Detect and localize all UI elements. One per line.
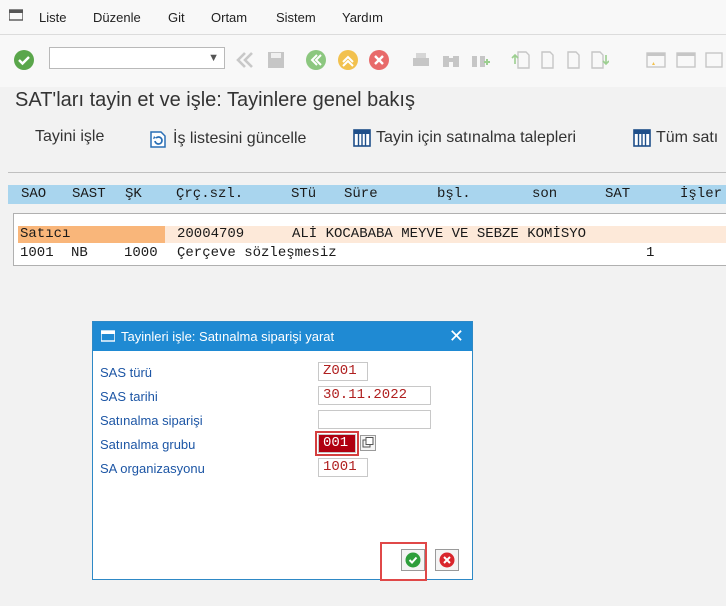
col-sat[interactable]: SAT — [605, 186, 630, 202]
vendor-number: 20004709 — [177, 226, 245, 242]
sas-turu-label: SAS türü — [100, 365, 153, 380]
col-stu[interactable]: STü — [291, 186, 316, 202]
table-icon — [633, 129, 651, 147]
app-menu-icon[interactable] — [9, 9, 23, 21]
cancel-icon[interactable] — [368, 49, 390, 71]
satinalma-siparisi-field[interactable] — [318, 410, 431, 429]
close-icon[interactable]: ✕ — [449, 326, 464, 347]
divider — [8, 172, 726, 173]
cell-sat: 1 — [646, 245, 655, 261]
satinalma-siparisi-label: Satınalma siparişi — [100, 413, 203, 428]
first-page-icon[interactable] — [510, 49, 532, 71]
find-next-icon[interactable] — [470, 49, 492, 71]
col-isler[interactable]: İşler — [680, 186, 722, 202]
exit-icon[interactable] — [337, 49, 359, 71]
menu-git[interactable]: Git — [168, 10, 185, 25]
chevron-down-icon[interactable]: ▼ — [208, 52, 219, 64]
layout-icon[interactable] — [645, 49, 667, 71]
vendor-row[interactable]: Satıcı 20004709 ALİ KOCABABA MEYVE VE SE… — [18, 226, 726, 243]
print-icon[interactable] — [410, 49, 432, 71]
menu-bar: Liste Düzenle Git Ortam Sistem Yardım — [0, 0, 726, 35]
col-bsl[interactable]: bşl. — [437, 186, 471, 202]
back-double-icon[interactable] — [234, 49, 256, 71]
previous-page-icon[interactable] — [536, 49, 558, 71]
command-field[interactable]: ▼ — [49, 47, 225, 69]
page-title: SAT'ları tayin et ve işle: Tayinlere gen… — [15, 89, 415, 111]
refresh-icon — [150, 131, 166, 148]
refresh-worklist-button[interactable]: İş listesini güncelle — [147, 128, 306, 150]
menu-duzenle[interactable]: Düzenle — [93, 10, 141, 25]
assignment-list: Satıcı 20004709 ALİ KOCABABA MEYVE VE SE… — [13, 213, 726, 266]
value-help-button[interactable] — [360, 435, 376, 451]
dialog-title: Tayinleri işle: Satınalma siparişi yarat — [121, 329, 335, 344]
save-icon[interactable] — [265, 49, 287, 71]
sas-turu-field[interactable]: Z001 — [318, 362, 368, 381]
cell-sast: NB — [71, 245, 88, 261]
sa-organizasyonu-field[interactable]: 1001 — [318, 458, 368, 477]
table-row[interactable]: 1001 NB 1000 Çerçeve sözleşmesiz 1 — [18, 245, 726, 262]
process-assignment-button[interactable]: Tayini işle — [35, 128, 104, 146]
enter-check-icon[interactable] — [13, 49, 35, 71]
vendor-name: ALİ KOCABABA MEYVE VE SEBZE KOMİSYO — [292, 226, 587, 242]
cancel-x-icon — [439, 552, 455, 568]
help-icon[interactable] — [675, 49, 697, 71]
menu-ortam[interactable]: Ortam — [211, 10, 247, 25]
col-sure[interactable]: Süre — [344, 186, 378, 202]
requisitions-button[interactable]: Tayin için satınalma talepleri — [352, 128, 576, 148]
cell-sao: 1001 — [20, 245, 54, 261]
application-toolbar: Tayini işle İş listesini güncelle Tayin … — [0, 118, 726, 158]
next-page-icon[interactable] — [562, 49, 584, 71]
cell-sk: 1000 — [124, 245, 158, 261]
highlight-box — [380, 542, 427, 581]
col-son[interactable]: son — [532, 186, 557, 202]
dialog-menu-icon[interactable] — [101, 330, 115, 342]
value-help-icon — [362, 437, 374, 448]
sas-tarihi-field[interactable]: 30.11.2022 — [318, 386, 431, 405]
col-sao[interactable]: SAO — [21, 186, 46, 202]
satinalma-grubu-label: Satınalma grubu — [100, 437, 196, 452]
back-icon[interactable] — [305, 49, 327, 71]
sas-tarihi-label: SAS tarihi — [100, 389, 158, 404]
all-requisitions-button[interactable]: Tüm satı — [632, 128, 718, 148]
grid-header: SAO SAST ŞK Çrç.szl. STü Süre bşl. son S… — [8, 185, 726, 204]
col-sast[interactable]: SAST — [72, 186, 106, 202]
menu-sistem[interactable]: Sistem — [276, 10, 316, 25]
table-icon — [353, 129, 371, 147]
menu-yardim[interactable]: Yardım — [342, 10, 383, 25]
menu-liste[interactable]: Liste — [39, 10, 66, 25]
cell-contract: Çerçeve sözleşmesiz — [177, 245, 337, 261]
col-sk[interactable]: ŞK — [125, 186, 142, 202]
col-contract[interactable]: Çrç.szl. — [176, 186, 243, 202]
sa-organizasyonu-label: SA organizasyonu — [100, 461, 205, 476]
last-page-icon[interactable] — [588, 49, 610, 71]
vendor-label: Satıcı — [20, 226, 71, 242]
customize-icon[interactable] — [703, 49, 725, 71]
dialog-title-bar[interactable]: Tayinleri işle: Satınalma siparişi yarat… — [93, 322, 472, 351]
satinalma-grubu-field[interactable]: 001 — [315, 431, 359, 456]
cancel-button[interactable] — [435, 549, 459, 571]
find-icon[interactable] — [440, 49, 462, 71]
